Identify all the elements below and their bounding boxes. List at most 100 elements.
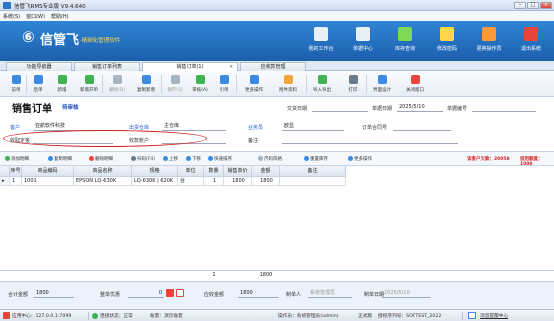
status-badge: 待审核 [62,105,79,111]
col-header-code[interactable]: 商品编码 [22,166,74,177]
detail-tool-icon [208,156,213,161]
detail-tool-icon [5,156,10,161]
detail-tool-4[interactable]: 上移 [163,156,178,162]
cell-unit[interactable]: 台 [178,177,204,186]
toolbar-divider [102,75,103,93]
detail-tool-9[interactable]: 更多操作 [348,156,372,162]
discount-field[interactable]: 0 [128,290,164,298]
tab-bar: 功能导航器 销售订单列表 销售订单(1) × 应收款管理 [0,61,554,72]
toolbar-button-0[interactable]: 前单 [6,74,26,94]
tab-receivables[interactable]: 应收款管理 [240,62,306,71]
tab-sales-order-list[interactable]: 销售订单列表 [74,62,140,71]
delivery-date-field[interactable] [312,104,368,112]
detail-tool-6[interactable]: 快速排序 [208,156,232,162]
top-button-2[interactable]: 库存查询 [384,23,426,59]
tab-function-navigator[interactable]: 功能导航器 [6,62,72,71]
toolbar-divider [236,75,237,93]
top-button-icon [314,27,328,41]
salesman-field[interactable]: 欧显 [282,123,344,131]
toolbar-button-9[interactable]: 更多操作 [238,74,270,94]
warehouse-field[interactable]: 主仓库 [162,123,226,131]
toolbar-button-11[interactable]: 导入导出 [306,74,338,94]
top-button-4[interactable]: 更换操作员 [468,23,510,59]
total-field: 1800 [34,290,74,298]
toolbar-label: 关闭窗口 [406,88,424,93]
tab-close-icon[interactable]: × [229,63,233,71]
receivable-summary: 该客户欠款：20058 [467,156,510,162]
top-button-0[interactable]: 我的工作台 [300,23,342,59]
toolbar-label: 后单 [33,88,43,93]
toolbar-button-14[interactable]: 关闭窗口 [400,74,430,94]
top-button-label: 库存查询 [394,46,415,52]
order-no-field[interactable] [393,123,451,131]
col-header-spec[interactable]: 规格 [132,166,178,177]
detail-tool-7[interactable]: 尺码风格 [258,156,282,162]
toolbar-icon [283,75,293,84]
cell-price[interactable]: 1800 [224,177,252,186]
col-header-qty[interactable]: 数量 [204,166,224,177]
top-button-label: 更换操作员 [476,46,502,52]
cell-remark[interactable] [280,177,346,186]
detail-tool-8[interactable]: 重置库存 [304,156,328,162]
cell-spec[interactable]: LQ-630K | 620K [132,177,178,186]
toolbar-icon [317,75,327,84]
maximize-button[interactable]: □ [527,2,539,9]
toolbar-button-6[interactable]: 保存(S) [163,74,187,94]
cell-code[interactable]: 1001 [22,177,74,186]
top-button-3[interactable]: 修改密码 [426,23,468,59]
toolbar-button-1[interactable]: 后单 [28,74,48,94]
date-label: 单据日期 [372,106,393,112]
remark-field[interactable] [282,136,458,144]
cell-qty[interactable]: 1 [204,177,224,186]
cell-name[interactable]: EPSON LQ-630K [74,177,132,186]
toolbar-button-10[interactable]: 附件资料 [273,74,303,94]
customer-label: 客户 [10,125,21,131]
col-header-index[interactable]: 序号 [10,166,22,177]
toolbar-divider [161,75,162,93]
top-button-5[interactable]: 退出系统 [510,23,552,59]
message-center-link[interactable]: 消息提醒中心 [480,313,508,319]
connection-icon [92,313,98,319]
discount-clear-icon[interactable] [176,289,184,297]
col-header-amount[interactable]: 金额 [252,166,280,177]
toolbar-label: 打印 [348,88,358,93]
date-field[interactable]: 2025/5/10 [397,104,443,112]
discount-icon[interactable] [166,289,174,297]
toolbar-button-13[interactable]: 界面设计 [368,74,396,94]
account-text: 账套：演示账套 [150,314,183,319]
toolbar-button-7[interactable]: 审核(A) [189,74,211,94]
detail-tool-1[interactable]: 复制明细 [48,156,72,162]
discount-label: 整单优惠 [100,292,121,298]
toolbar-divider [366,75,367,93]
detail-tool-3[interactable]: 扫码(F4) [131,156,155,162]
col-header-unit[interactable]: 单位 [178,166,204,177]
top-button-1[interactable]: 单据中心 [342,23,384,59]
toolbar-label: 审核(A) [192,88,208,93]
toolbar-label: 引单 [219,88,229,93]
col-header-remark[interactable]: 备注 [280,166,346,177]
toolbar-button-8[interactable]: 引单 [212,74,236,94]
toolbar-button-5[interactable]: 复制新增 [132,74,160,94]
make-date-field: 2025/5/10 [382,290,430,298]
toolbar-button-3[interactable]: 新增开单 [76,74,102,94]
detail-tool-5[interactable]: 下移 [186,156,201,162]
toolbar-icon [377,75,387,84]
toolbar-button-12[interactable]: 打印 [342,74,364,94]
close-window-button[interactable]: × [540,2,552,9]
detail-tool-2[interactable]: 删除明细 [89,156,113,162]
bill-no-field[interactable] [472,104,536,112]
cell-amount[interactable]: 1800 [252,177,280,186]
total-label: 合计金额 [8,292,29,298]
cell-index[interactable]: 1 [10,177,22,186]
top-button-label: 退出系统 [520,46,541,52]
minimize-button[interactable]: – [514,2,526,9]
toolbar-button-2[interactable]: 新增 [50,74,74,94]
detail-tool-icon [48,156,53,161]
status-divider [88,312,89,320]
detail-tool-icon [258,156,263,161]
detail-tool-0[interactable]: 添加明细 [5,156,29,162]
col-header-price[interactable]: 销售单价 [224,166,252,177]
toolbar-button-4[interactable]: 删除(D) [104,74,130,94]
col-header-name[interactable]: 商品名称 [74,166,132,177]
app-icon [3,2,11,9]
